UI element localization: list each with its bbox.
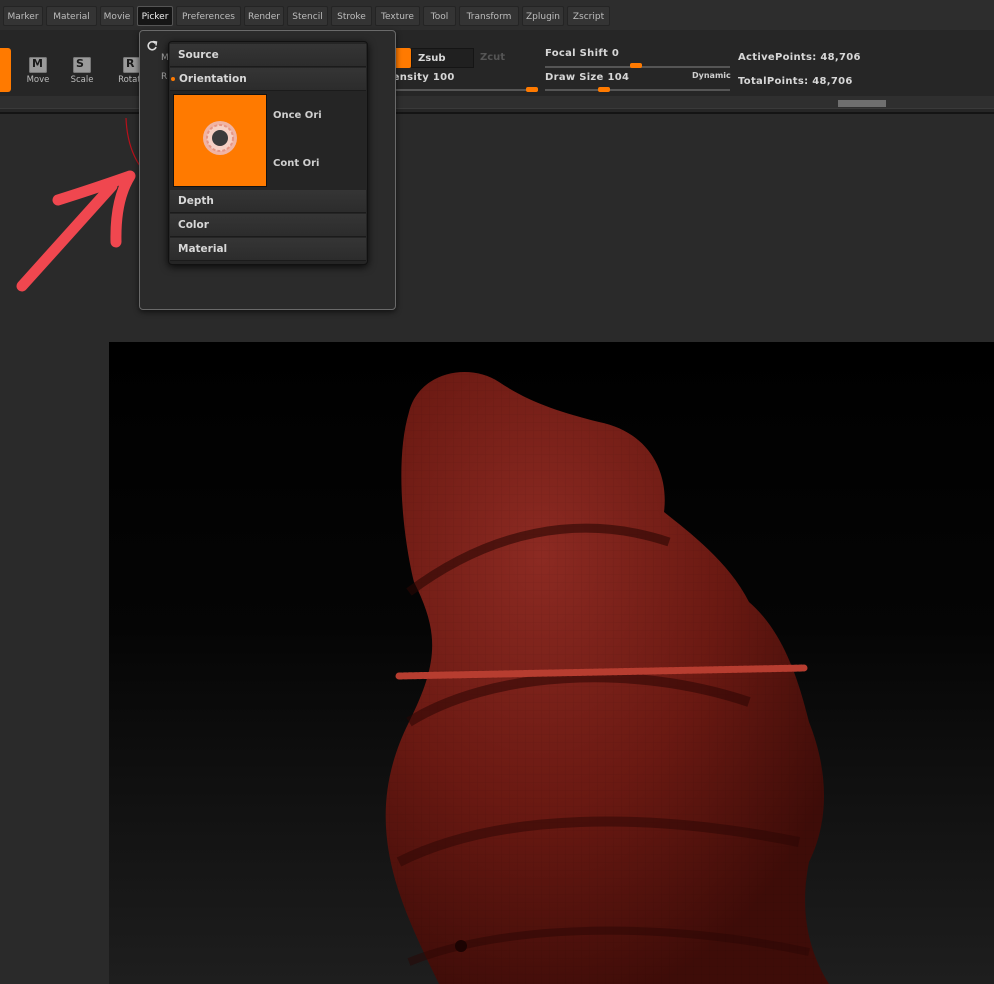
- annotation-arrow: [16, 170, 136, 292]
- dynamic-toggle[interactable]: Dynamic: [692, 71, 731, 80]
- draw-size-label: Draw Size 104: [545, 72, 630, 83]
- move-button[interactable]: M Move: [20, 57, 56, 85]
- menu-zscript[interactable]: Zscript: [567, 6, 610, 26]
- zcut-button[interactable]: Zcut: [474, 48, 524, 68]
- scale-icon: S: [73, 57, 91, 73]
- cont-ori-button[interactable]: Cont Ori: [273, 158, 319, 169]
- focal-shift-label: Focal Shift 0: [545, 48, 620, 59]
- menubar: Marker Material Movie Picker Preferences…: [0, 0, 994, 30]
- focal-shift-slider-knob[interactable]: [630, 63, 642, 68]
- move-label: Move: [26, 75, 50, 85]
- toolbar-scrollbar-thumb[interactable]: [838, 100, 886, 107]
- menu-movie[interactable]: Movie: [100, 6, 134, 26]
- menu-stroke[interactable]: Stroke: [331, 6, 372, 26]
- section-color[interactable]: Color: [170, 214, 366, 237]
- menu-texture[interactable]: Texture: [375, 6, 420, 26]
- sculpt-model: [385, 372, 829, 984]
- section-material[interactable]: Material: [170, 238, 366, 261]
- menu-tool[interactable]: Tool: [423, 6, 456, 26]
- menu-material[interactable]: Material: [46, 6, 97, 26]
- menu-marker[interactable]: Marker: [3, 6, 43, 26]
- scale-button[interactable]: S Scale: [64, 57, 100, 85]
- once-ori-button[interactable]: Once Ori: [273, 110, 322, 121]
- menu-transform[interactable]: Transform: [459, 6, 519, 26]
- refresh-icon[interactable]: [146, 37, 158, 51]
- menu-preferences[interactable]: Preferences: [176, 6, 241, 26]
- draw-size-slider-track[interactable]: [545, 89, 730, 91]
- menu-stencil[interactable]: Stencil: [287, 6, 328, 26]
- canvas-viewport[interactable]: [109, 342, 994, 984]
- active-section-dot: [171, 77, 175, 81]
- active-points-readout: ActivePoints: 48,706: [738, 52, 861, 63]
- section-depth[interactable]: Depth: [170, 190, 366, 213]
- picker-submenu: Source Orientation Once Ori Cont Ori Dep…: [168, 41, 368, 265]
- orientation-target-icon: [203, 121, 237, 155]
- menu-render[interactable]: Render: [244, 6, 284, 26]
- menu-picker[interactable]: Picker: [137, 6, 173, 26]
- picker-partial-label-2: R: [161, 72, 168, 82]
- move-icon: M: [29, 57, 47, 73]
- section-source[interactable]: Source: [170, 44, 366, 67]
- orientation-preview[interactable]: [173, 94, 267, 187]
- intensity-slider-knob[interactable]: [526, 87, 538, 92]
- zsub-button[interactable]: Zsub: [411, 48, 474, 68]
- menu-zplugin[interactable]: Zplugin: [522, 6, 564, 26]
- section-orientation[interactable]: Orientation: [170, 68, 366, 91]
- draw-mode-button[interactable]: [0, 48, 11, 92]
- total-points-readout: TotalPoints: 48,706: [738, 76, 853, 87]
- draw-size-slider-knob[interactable]: [598, 87, 610, 92]
- scale-label: Scale: [70, 75, 94, 85]
